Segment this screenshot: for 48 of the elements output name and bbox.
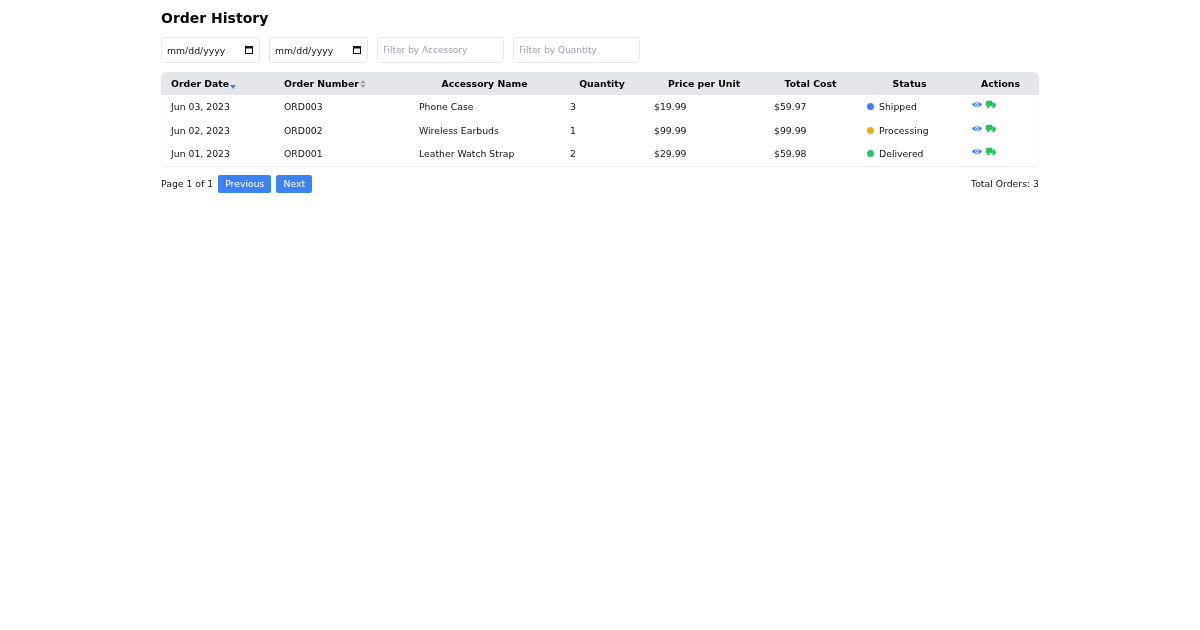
column-header[interactable]: Order Number (284, 78, 359, 89)
filter-input[interactable]: Filter by Quantity (513, 37, 640, 63)
date-cell: Jun 01, 2023 (171, 148, 230, 160)
price-cell: $29.99 (654, 148, 687, 160)
quantity-cell: 3 (570, 101, 576, 113)
quantity-cell: 2 (570, 148, 576, 160)
accessory-cell: Wireless Earbuds (419, 124, 499, 136)
pagination-button[interactable]: Next (276, 174, 313, 193)
date-field[interactable]: mm/dd/yyyy (161, 37, 260, 63)
truck-icon[interactable] (986, 147, 996, 157)
column-header: Accessory Name (441, 78, 528, 89)
order-number-cell: ORD002 (284, 124, 323, 136)
total-cost-cell: $59.97 (774, 101, 807, 113)
status-label: Shipped (879, 101, 917, 113)
date-cell: Jun 02, 2023 (171, 124, 230, 136)
price-cell: $99.99 (654, 124, 687, 136)
eye-icon[interactable] (972, 124, 982, 132)
total-cost-cell: $99.99 (774, 124, 807, 136)
sort-down-icon[interactable] (230, 84, 236, 89)
page-info: Page 1 of 1 (161, 178, 214, 189)
total-orders: Total Orders: 3 (971, 178, 1039, 189)
column-header: Status (892, 78, 927, 89)
quantity-cell: 1 (570, 124, 576, 136)
eye-icon[interactable] (972, 101, 982, 109)
column-header: Quantity (579, 78, 625, 89)
date-cell: Jun 03, 2023 (171, 101, 230, 113)
total-cost-cell: $59.98 (774, 148, 807, 160)
price-cell: $19.99 (654, 101, 687, 113)
sort-icon[interactable] (359, 79, 366, 88)
status-label: Processing (879, 124, 929, 136)
eye-icon[interactable] (972, 148, 982, 156)
accessory-cell: Leather Watch Strap (419, 148, 515, 160)
filter-input[interactable]: Filter by Accessory (377, 37, 504, 63)
calendar-icon[interactable] (353, 45, 361, 54)
column-header[interactable]: Order Date (171, 78, 229, 89)
truck-icon[interactable] (986, 100, 996, 110)
column-header: Price per Unit (667, 78, 741, 89)
status-label: Delivered (879, 148, 924, 160)
column-header: Actions (981, 78, 1020, 89)
order-number-cell: ORD003 (284, 101, 323, 113)
pagination-button[interactable]: Previous (218, 174, 272, 193)
accessory-cell: Phone Case (419, 101, 474, 113)
order-number-cell: ORD001 (284, 148, 323, 160)
column-header: Total Cost (784, 78, 837, 89)
page-title: Order History (161, 9, 270, 27)
truck-icon[interactable] (986, 123, 996, 133)
date-field[interactable]: mm/dd/yyyy (269, 37, 368, 63)
calendar-icon[interactable] (245, 45, 253, 54)
